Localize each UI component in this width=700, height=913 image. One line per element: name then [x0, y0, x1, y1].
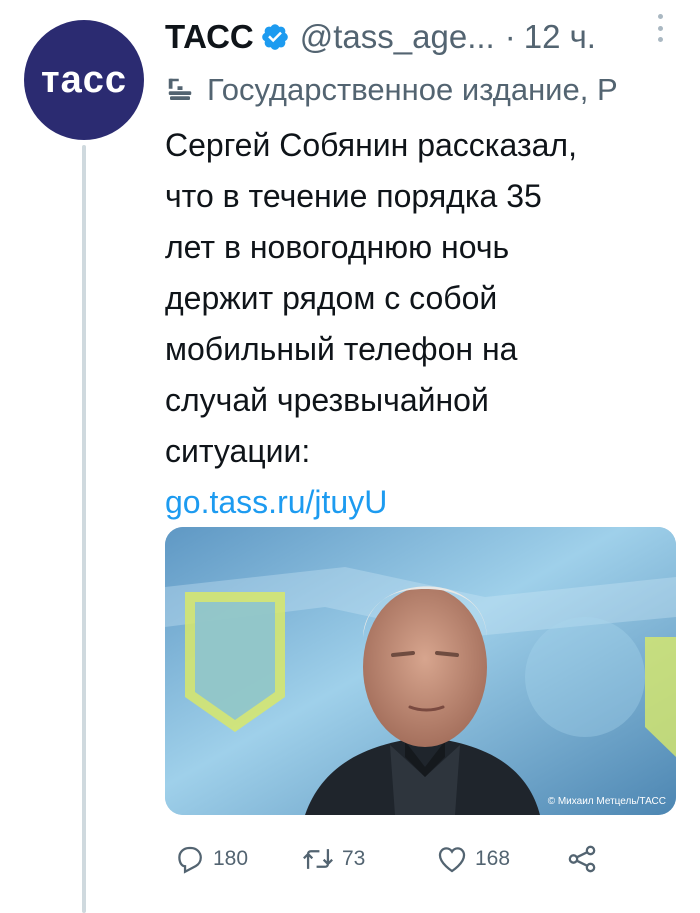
reply-icon [178, 846, 202, 874]
author-avatar[interactable]: тасс [24, 20, 144, 140]
like-count: 168 [475, 847, 511, 870]
tweet-text-line: Сергей Собянин рассказал, [165, 127, 577, 163]
photo-illustration [165, 527, 676, 815]
reply-count: 180 [213, 847, 249, 870]
tweet-header: ТАСС @tass_age... · 12 ч. [165, 14, 700, 60]
tweet-text-line: мобильный телефон на [165, 331, 518, 367]
tweet-photo[interactable]: © Михаил Метцель/ТАСС [165, 527, 676, 815]
account-label-text: Государственное издание, Р [207, 72, 618, 107]
tweet-text-line: лет в новогоднюю ночь [165, 229, 510, 265]
share-icon [568, 845, 596, 873]
like-button[interactable]: 168 [435, 838, 510, 880]
photo-credit: © Михаил Метцель/ТАСС [547, 796, 666, 807]
account-label[interactable]: Государственное издание, Р [165, 68, 700, 112]
tweet-timestamp[interactable]: 12 ч. [524, 18, 596, 56]
retweet-button[interactable]: 73 [300, 838, 365, 880]
tweet-card[interactable]: тасс ТАСС @tass_age... · 12 ч. Государст… [0, 0, 700, 913]
heart-icon [438, 847, 466, 873]
retweet-icon [303, 849, 333, 869]
share-button[interactable] [565, 838, 599, 880]
tweet-content: ТАСС @tass_age... · 12 ч. Государственно… [165, 14, 700, 528]
tweet-text-line: что в течение порядка 35 [165, 178, 542, 214]
retweet-count: 73 [342, 847, 366, 870]
thread-line [82, 145, 86, 913]
verified-badge-icon [260, 22, 290, 52]
author-handle[interactable]: @tass_age... [300, 18, 495, 56]
reply-button[interactable]: 180 [173, 838, 248, 880]
tweet-text: Сергей Собянин рассказал, что в течение … [165, 120, 665, 528]
tweet-text-line: держит рядом с собой [165, 280, 498, 316]
tweet-actions: 180 73 168 [165, 838, 665, 880]
avatar-logo-text: тасс [40, 59, 127, 101]
tweet-link[interactable]: go.tass.ru/jtuyU [165, 477, 665, 528]
more-options-icon[interactable] [658, 14, 664, 42]
government-building-icon [165, 75, 195, 105]
tweet-text-line: случай чрезвычайной [165, 382, 489, 418]
tweet-text-line: ситуации: [165, 433, 311, 469]
author-name[interactable]: ТАСС [165, 18, 254, 56]
header-separator: · [504, 18, 516, 55]
